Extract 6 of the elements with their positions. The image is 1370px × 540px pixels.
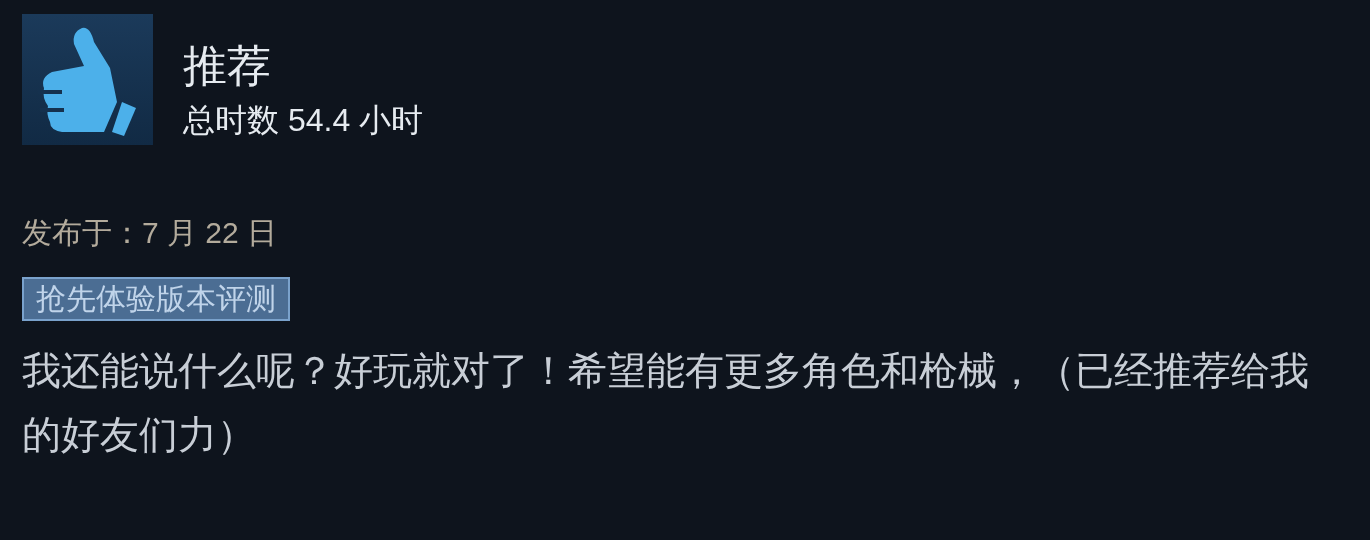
posted-date: 发布于：7 月 22 日 — [22, 215, 279, 251]
thumbs-up-icon — [22, 14, 153, 145]
playtime-text: 总时数 54.4 小时 — [183, 101, 424, 140]
review-verdict: 推荐 — [183, 40, 272, 92]
early-access-tag: 抢先体验版本评测 — [22, 277, 290, 321]
review-text: 我还能说什么呢？好玩就对了！希望能有更多角色和枪械，（已经推荐给我的好友们力） — [22, 348, 1310, 458]
